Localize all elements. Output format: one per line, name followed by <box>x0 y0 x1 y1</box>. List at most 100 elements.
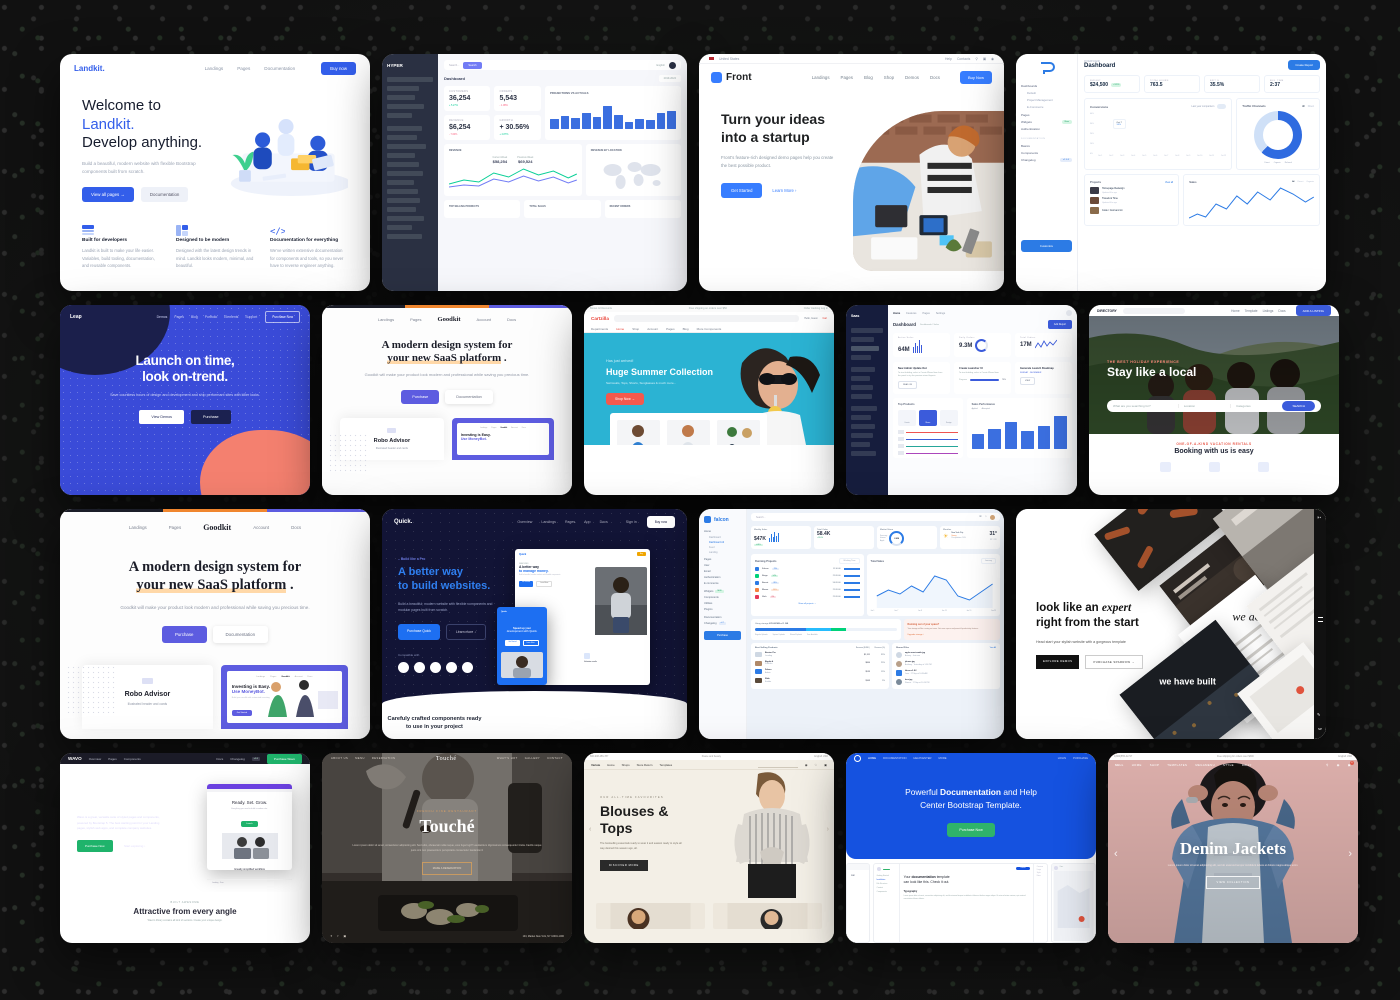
discover-more-button[interactable]: DISCOVER MORE <box>600 860 648 872</box>
product-card[interactable]: Women <box>667 420 710 445</box>
sidebar-item-default[interactable]: Default <box>1027 91 1072 95</box>
search-button[interactable]: SEARCH <box>1282 401 1315 411</box>
sidebar-item[interactable] <box>851 385 874 390</box>
add-report-button[interactable]: Add Report <box>1047 320 1072 329</box>
nav-link[interactable]: Pages <box>841 75 853 80</box>
sidebar-item[interactable] <box>851 328 883 333</box>
learn-more-link[interactable]: Learn More › <box>772 188 796 193</box>
view-all-link[interactable]: View all <box>1165 181 1173 184</box>
buy-now-button[interactable]: Buy Now <box>959 71 992 84</box>
sidebar-item-utilities[interactable]: Utilities <box>704 602 741 605</box>
nav-link[interactable]: DAILY <box>1242 763 1252 767</box>
sidebar-item[interactable] <box>387 162 420 167</box>
nav-link[interactable]: Docs <box>600 520 608 524</box>
view-all-link[interactable]: View All <box>990 647 996 649</box>
search-what-input[interactable]: What are you searching for? <box>1113 404 1173 408</box>
nav-link[interactable]: Docs <box>930 75 940 80</box>
sidebar-item[interactable] <box>387 104 424 109</box>
learn-more-button[interactable]: Learn more ↓ <box>445 623 486 640</box>
carousel-prev-icon[interactable]: ‹ <box>589 826 591 833</box>
project-row[interactable]: Boostr 28% 50:20:00 <box>755 581 860 585</box>
sidebar-item-dashboard-alt[interactable]: Dashboard Alt <box>709 541 741 544</box>
search-category-select[interactable]: Categories <box>1230 404 1277 408</box>
nav-link[interactable]: Docs <box>291 525 301 530</box>
sidebar-item[interactable] <box>387 77 433 82</box>
menu-item[interactable]: Departments <box>591 327 608 331</box>
template-card-goodkit-small[interactable]: Landings Pages Goodkit Account Docs A mo… <box>322 305 572 495</box>
add-listing-button[interactable]: ADD A LISTING <box>1295 305 1331 316</box>
nav-link[interactable]: DOCUMENTATION <box>883 757 906 760</box>
start-exploring-link[interactable]: Start exploring ↓ <box>124 844 146 848</box>
table-row[interactable]: Slick Builder $343 9% <box>755 678 885 684</box>
sidebar-item-feed[interactable]: Feed <box>709 546 741 549</box>
sidebar-item-active[interactable] <box>851 346 879 351</box>
currency-selector[interactable]: USD <box>1347 755 1352 758</box>
sidebar-item-changelog[interactable]: Changelog <box>704 622 717 625</box>
sidebar-item-home[interactable]: Home <box>704 530 741 533</box>
sidebar-item[interactable] <box>387 225 413 230</box>
search-input[interactable] <box>757 762 798 768</box>
tab-active[interactable]: Share <box>918 410 937 427</box>
language-selector[interactable]: English <box>814 755 822 758</box>
nav-link[interactable]: Home <box>1231 309 1240 313</box>
nav-link[interactable]: WHAT'S HOT <box>497 757 518 760</box>
cart-label[interactable]: Cart <box>822 317 827 320</box>
view-collection-button[interactable]: VIEW COLLECTION <box>1205 875 1261 889</box>
nav-link[interactable]: Pages <box>410 317 421 322</box>
nav-link[interactable]: Pages <box>108 757 117 761</box>
user-icon[interactable]: ◉ <box>805 763 808 767</box>
template-card-docly[interactable]: HOME DOCUMENTATION HELPCENTER MORE LOGIN… <box>846 753 1096 943</box>
project-row[interactable]: Falcon 73% 11:10:00 <box>755 567 860 571</box>
nav-link[interactable]: App <box>584 520 590 524</box>
sidebar-item-pages[interactable]: Pages <box>1021 113 1072 117</box>
project-row[interactable]: Homepage Redesign Updated 4hr ago <box>1090 187 1173 194</box>
sidebar-item[interactable] <box>387 189 419 194</box>
top-link[interactable]: Help <box>945 57 952 61</box>
docs-link[interactable]: Docs <box>216 757 223 761</box>
sidebar-item[interactable] <box>851 415 871 420</box>
cart-icon[interactable]: ▣ <box>983 57 986 61</box>
nav-link[interactable]: Demos <box>905 75 919 80</box>
nav-tab[interactable]: Settings <box>936 312 945 315</box>
buy-now-button[interactable]: Buy now <box>646 516 675 528</box>
changelog-link[interactable]: Changelog <box>230 757 245 761</box>
purchase-button[interactable]: Purchase <box>704 631 741 640</box>
locale-selector[interactable]: United States <box>719 57 739 61</box>
sidebar-item[interactable] <box>387 207 416 212</box>
file-row[interactable]: johnnn.jpg Anthony · Yesterday at 1:30 PM <box>896 661 996 667</box>
template-card-wavo[interactable]: WAVO Overview Pages Components Docs Chan… <box>60 753 310 943</box>
search-input[interactable] <box>613 315 800 322</box>
nav-link[interactable]: Account <box>477 317 491 322</box>
comparison-toggle[interactable] <box>1217 104 1227 109</box>
tab[interactable]: Create <box>898 410 916 427</box>
buy-now-button[interactable]: Buy now <box>321 62 356 75</box>
sidebar-item[interactable] <box>387 144 427 149</box>
sidebar-item[interactable] <box>387 171 423 176</box>
promo-card[interactable] <box>596 903 705 929</box>
purchase-button[interactable]: Purchase <box>191 410 231 425</box>
view-all-pages-button[interactable]: View all pages → <box>82 187 134 203</box>
documentation-button[interactable]: Documentation <box>212 626 269 644</box>
nav-link[interactable]: GALLERY <box>525 757 540 760</box>
menu-item[interactable]: Pages <box>666 327 675 331</box>
sidebar-item[interactable] <box>851 442 871 447</box>
nav-link[interactable]: Portfolio <box>205 315 217 319</box>
template-card-falcon[interactable]: falcon Home Dashboard Dashboard Alt Feed… <box>699 509 1004 739</box>
mail-icon[interactable]: ✉ <box>979 515 981 520</box>
nav-link[interactable]: Pages <box>169 525 181 530</box>
facebook-icon[interactable]: f <box>338 934 339 938</box>
show-all-projects-link[interactable]: Show all projects → <box>755 603 860 605</box>
nav-link[interactable]: Pages <box>174 315 184 319</box>
project-row[interactable]: Travels & Time Updated 4hr ago <box>1090 197 1173 204</box>
traffic-tab[interactable]: Direct <box>1308 105 1314 108</box>
search-button[interactable]: Search <box>463 61 482 69</box>
nav-link[interactable]: HOME <box>1132 763 1142 767</box>
order-tracking-link[interactable]: Order tracking <box>804 307 820 310</box>
preview-shot-main[interactable]: NEW Getting Started Installation File St… <box>872 863 1048 943</box>
sidebar-item-plugins[interactable]: Plugins <box>704 608 741 611</box>
sidebar-item-authentication[interactable]: Authentication <box>1021 127 1072 131</box>
nav-link[interactable]: Documentation <box>264 66 295 71</box>
sidebar-item[interactable] <box>851 355 872 360</box>
heart-icon[interactable]: ♡ <box>814 763 817 767</box>
template-card-denim[interactable]: 1(800)555-4x747 Free shipping for orders… <box>1108 753 1358 943</box>
